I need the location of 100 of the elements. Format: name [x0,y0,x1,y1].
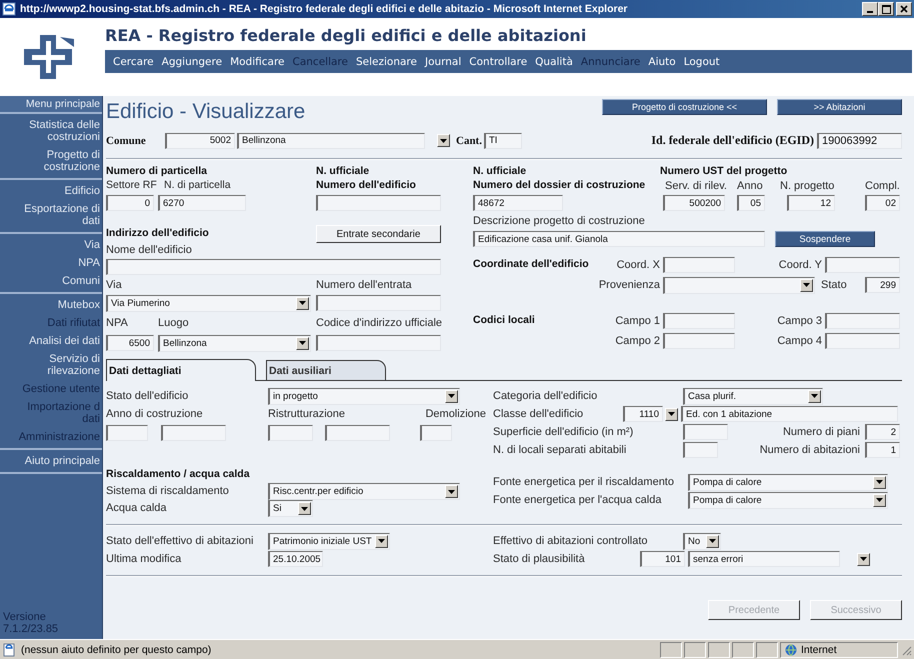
text-field[interactable]: 299 [865,277,900,293]
category-select[interactable]: Casa plurif. [683,388,823,404]
source-select[interactable] [663,276,815,294]
code-field[interactable]: 101 [640,551,685,567]
menu-item[interactable]: Selezionare [352,56,421,68]
text-field[interactable]: 48672 [473,195,563,211]
menu-item[interactable]: Aggiungere [158,56,226,68]
code-field[interactable]: 5002 [165,132,235,148]
field-label: N. di particella [164,180,232,192]
section-heading: Codici locali [473,315,536,327]
nav-button[interactable]: >> Abitazioni [777,99,902,115]
code-field[interactable]: 1110 [623,406,663,422]
menu-item[interactable]: Controllare [465,56,532,68]
text-field[interactable]: 12 [787,195,835,211]
minimize-button[interactable] [862,2,878,16]
text-field[interactable]: Bellinzona [237,132,425,148]
status-pane [708,642,730,658]
heating-select[interactable]: Risc.centr.per edificio [268,483,460,500]
text-field[interactable]: 6270 [158,195,246,211]
text-field[interactable]: 05 [737,195,765,211]
nav-button[interactable]: Progetto di costruzione << [602,99,767,115]
field-label: Coord. X [616,258,660,272]
building-status-select[interactable]: in progetto [268,388,460,404]
sidebar-item[interactable]: Comuni [0,272,102,290]
text-field[interactable] [663,313,735,329]
text-field[interactable] [316,295,441,311]
hot-water-select[interactable]: Si [268,500,313,517]
text-field[interactable] [825,333,900,349]
text-field[interactable] [106,259,441,275]
sidebar-item[interactable]: Progetto di costruzione [0,146,102,176]
field-label: Numero dell'entrata [316,278,412,292]
text-field[interactable]: 2 [865,424,900,440]
text-field[interactable] [325,425,390,441]
text-field[interactable] [316,335,441,351]
street-select[interactable]: Via Piumerino [106,294,311,312]
maximize-icon [882,4,890,14]
text-field[interactable]: 6500 [106,335,154,351]
menu-item[interactable]: Journal [420,56,466,68]
sidebar-item[interactable]: Aiuto principale [0,452,102,470]
menu-item[interactable]: Modificare [226,56,288,68]
browser-icon [2,2,16,16]
sidebar-item[interactable]: Statistica delle costruzioni [0,116,102,146]
energy-select[interactable]: Pompa di calore [688,492,888,508]
field-label: Stato dell'effettivo di abitazioni [106,534,254,548]
text-field[interactable]: 1 [865,442,900,458]
text-field[interactable] [420,425,452,441]
sidebar-item[interactable]: NPA [0,254,102,272]
entrances-button[interactable]: Entrate secondarie [316,225,441,243]
field-label: Sistema di riscaldamento [106,485,230,498]
field-label: NPA [106,316,129,330]
sidebar-item[interactable]: Servizio di rilevazione [0,350,102,380]
text-field[interactable] [683,442,718,458]
dropdown-button[interactable] [857,552,870,566]
text-field[interactable] [825,313,900,329]
tab[interactable]: Dati dettagliati [106,359,256,381]
dwelling-status-select[interactable]: Patrimonio iniziale UST [268,532,390,550]
text-field[interactable] [663,333,735,349]
text-field[interactable]: 500200 [663,195,725,211]
sidebar-item[interactable]: Mutebox [0,296,102,314]
dropdown-button[interactable] [665,408,678,420]
text-field[interactable] [106,425,148,441]
menu-item[interactable]: Logout [680,56,724,68]
menu-item[interactable]: Cercare [109,56,158,68]
field-label: Stato [820,278,848,292]
text-field[interactable]: 25.10.2005 [268,551,323,567]
dropdown-button[interactable] [437,134,450,147]
caret-icon [298,502,311,515]
field-label: Comune [106,134,147,146]
controlled-select[interactable]: No [683,532,721,550]
text-field[interactable]: Edificazione casa unif. Gianola [473,231,765,247]
suspend-button[interactable]: Sospendere [775,231,875,247]
caret-icon [375,534,388,548]
tab[interactable]: Dati ausiliari [266,360,386,380]
text-field[interactable] [161,425,226,441]
text-field[interactable]: Ed. con 1 abitazione [681,406,898,422]
text-field[interactable] [683,424,728,440]
status-pane [660,642,682,658]
energy-select[interactable]: Pompa di calore [688,474,888,490]
field-label: Cant. [456,134,482,146]
maximize-button[interactable] [878,2,894,16]
close-button[interactable] [896,2,912,16]
text-field[interactable]: 190063992 [817,132,902,148]
menu-item[interactable]: Aiuto [644,56,680,68]
sidebar-item[interactable]: Via [0,236,102,254]
field-label: Id. federale dell'edificio (EGID) [651,133,814,148]
text-field[interactable]: senza errori [688,551,840,567]
text-field[interactable] [316,195,441,211]
menu-item[interactable]: Qualità [531,56,577,68]
text-field[interactable]: 02 [865,195,900,211]
place-select[interactable]: Bellinzona [158,334,311,352]
sidebar-item[interactable]: Edificio [0,182,102,200]
section-heading: N. ufficiale [473,166,528,178]
text-field[interactable]: 0 [106,195,154,211]
text-field[interactable] [825,257,900,273]
text-field[interactable]: TI [484,132,522,148]
text-field[interactable] [268,425,313,441]
field-label: N. progetto [780,180,836,192]
text-field[interactable] [663,257,735,273]
sidebar-item[interactable]: Esportazione di dati [0,200,102,230]
sidebar-item[interactable]: Analisi dei dati [0,332,102,350]
